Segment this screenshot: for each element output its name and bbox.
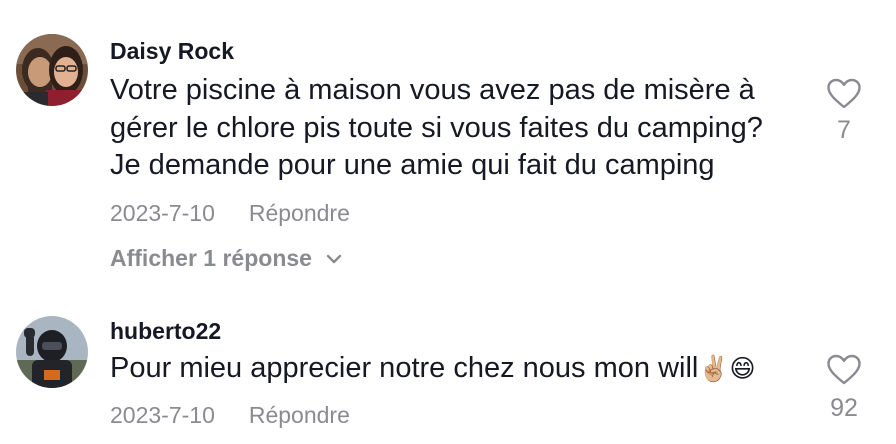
- comment-item: huberto22 Pour mieu apprecier notre chez…: [0, 312, 896, 444]
- view-replies-label: Afficher 1 réponse: [110, 245, 312, 271]
- comment-text: Pour mieu apprecier notre chez nous mon …: [110, 350, 790, 388]
- avatar[interactable]: [16, 34, 88, 106]
- comment-username[interactable]: Daisy Rock: [110, 38, 234, 65]
- comment-text: Votre piscine à maison vous avez pas de …: [110, 74, 763, 181]
- comment-date: 2023-7-10: [110, 200, 215, 226]
- heart-icon: [827, 354, 861, 385]
- comment-item: Daisy Rock Votre piscine à maison vous a…: [0, 30, 896, 280]
- like-count: 92: [830, 394, 858, 422]
- avatar[interactable]: [16, 316, 88, 388]
- comment-emojis: ✌🏼😄: [698, 354, 756, 383]
- comment-username[interactable]: huberto22: [110, 318, 221, 345]
- chevron-down-icon: [327, 254, 342, 264]
- reply-button[interactable]: Répondre: [249, 402, 350, 428]
- comment-text-body: Pour mieu apprecier notre chez nous mon …: [110, 352, 699, 384]
- view-replies-button[interactable]: Afficher 1 réponse: [110, 245, 342, 272]
- comment-meta: 2023-7-10 Répondre: [110, 200, 350, 227]
- comment-meta: 2023-7-10 Répondre: [110, 402, 350, 429]
- like-count: 7: [837, 116, 851, 144]
- like-button[interactable]: 7: [824, 78, 864, 145]
- rider-helmet-avatar-icon: [16, 316, 88, 388]
- couple-selfie-avatar-icon: [16, 34, 88, 106]
- comment-date: 2023-7-10: [110, 402, 215, 428]
- reply-button[interactable]: Répondre: [249, 200, 350, 226]
- like-button[interactable]: 92: [824, 354, 864, 423]
- heart-icon: [827, 78, 861, 109]
